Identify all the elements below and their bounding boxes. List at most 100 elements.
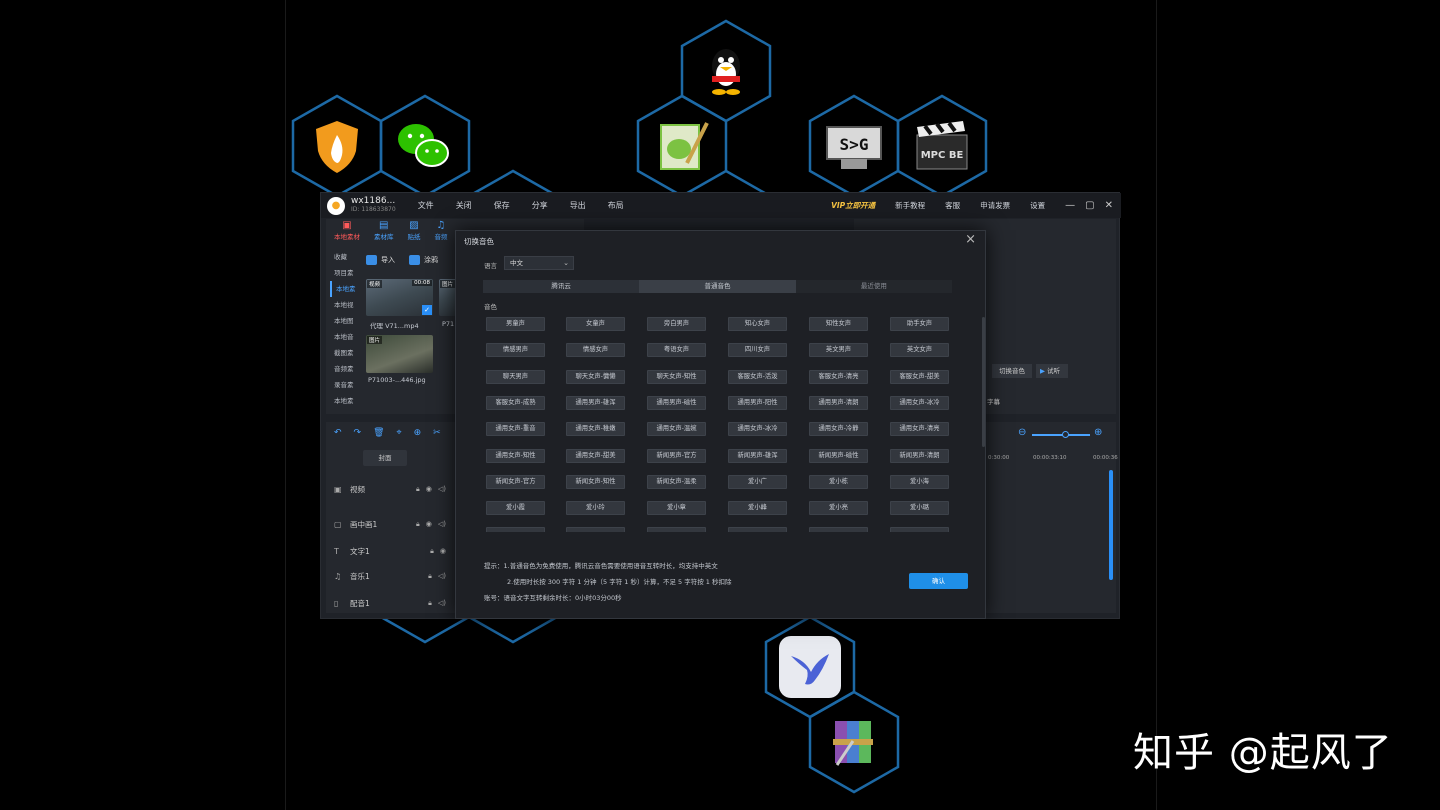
- menu-export[interactable]: 导出: [570, 200, 586, 211]
- voice-option[interactable]: 通用女声-稚嫩: [566, 422, 625, 436]
- menu-close[interactable]: 关闭: [456, 200, 472, 211]
- voice-option-partial[interactable]: [890, 527, 949, 532]
- checkbox-icon[interactable]: ✓: [422, 305, 432, 315]
- voice-option[interactable]: 聊天女声-慵懒: [566, 370, 625, 384]
- category-item[interactable]: 音频素: [330, 361, 360, 377]
- eye-icon[interactable]: ◉: [440, 547, 446, 556]
- volume-icon[interactable]: ◁): [438, 599, 446, 608]
- dialog-scrollbar[interactable]: [982, 317, 985, 447]
- voice-option[interactable]: 通用男声-雄浑: [566, 396, 625, 410]
- tab-tencent-cloud[interactable]: 腾讯云: [483, 280, 639, 293]
- voice-option[interactable]: 爱小海: [890, 475, 949, 489]
- tab-sticker[interactable]: ▨ 贴纸: [408, 221, 421, 242]
- timeline-scrollbar[interactable]: [1109, 470, 1113, 580]
- tutorial-link[interactable]: 新手教程: [895, 200, 925, 211]
- voice-option-partial[interactable]: [566, 527, 625, 532]
- category-item[interactable]: 本地音: [330, 329, 360, 345]
- category-item[interactable]: 收藏: [330, 249, 360, 265]
- voice-option[interactable]: 新闻女声-温柔: [647, 475, 706, 489]
- voice-option[interactable]: 通用女声-重音: [486, 422, 545, 436]
- category-item[interactable]: 本地素: [330, 281, 360, 297]
- voice-option[interactable]: 爱小亮: [809, 501, 868, 515]
- switch-voice-button[interactable]: 切换音色: [992, 364, 1032, 378]
- voice-option[interactable]: 聊天男声: [486, 370, 545, 384]
- lock-icon[interactable]: 🔒︎: [430, 547, 434, 556]
- volume-icon[interactable]: ◁): [438, 485, 446, 494]
- voice-option[interactable]: 通用女声-温婉: [647, 422, 706, 436]
- category-item[interactable]: 本地图: [330, 313, 360, 329]
- tab-audio[interactable]: ♫ 音频: [435, 221, 448, 242]
- user-info[interactable]: wx1186... ID: 118633870: [351, 196, 396, 213]
- volume-icon[interactable]: ◁): [438, 520, 446, 529]
- zoom-in-icon[interactable]: ⊕: [1094, 427, 1102, 438]
- redo-icon[interactable]: ↷: [354, 428, 362, 438]
- zoom-out-icon[interactable]: ⊖: [1018, 427, 1026, 438]
- tab-standard-voices[interactable]: 普通音色: [639, 280, 796, 293]
- voice-option[interactable]: 新闻男声-清朗: [890, 449, 949, 463]
- settings-link[interactable]: 设置: [1030, 200, 1045, 211]
- voice-option[interactable]: 英文女声: [890, 343, 949, 357]
- voice-option[interactable]: 新闻男声-雄浑: [728, 449, 787, 463]
- voice-option[interactable]: 知心女声: [728, 317, 787, 331]
- volume-icon[interactable]: ◁): [438, 572, 446, 581]
- voice-option[interactable]: 粤语女声: [647, 343, 706, 357]
- voice-option[interactable]: 爱小广: [728, 475, 787, 489]
- lock-icon[interactable]: 🔒︎: [428, 599, 432, 608]
- voice-option[interactable]: 通用男声-清朗: [809, 396, 868, 410]
- minimize-icon[interactable]: —: [1065, 200, 1075, 211]
- voice-option[interactable]: 爱小璐: [890, 501, 949, 515]
- slider-handle[interactable]: [1062, 431, 1069, 438]
- voice-option[interactable]: 爱小栋: [809, 475, 868, 489]
- voice-option[interactable]: 新闻女声-知性: [566, 475, 625, 489]
- voice-option-partial[interactable]: [486, 527, 545, 532]
- voice-option[interactable]: 新闻女声-官方: [486, 475, 545, 489]
- category-item[interactable]: 项目素: [330, 265, 360, 281]
- voice-option-partial[interactable]: [809, 527, 868, 532]
- import-button[interactable]: 导入: [366, 255, 395, 265]
- voice-option[interactable]: 知性女声: [809, 317, 868, 331]
- voice-option[interactable]: 聊天女声-知性: [647, 370, 706, 384]
- language-select[interactable]: 中文 ⌄: [504, 256, 574, 270]
- menu-file[interactable]: 文件: [418, 200, 434, 211]
- support-link[interactable]: 客服: [945, 200, 960, 211]
- voice-option[interactable]: 通用女声-清亮: [890, 422, 949, 436]
- tab-recent[interactable]: 最近使用: [795, 280, 952, 293]
- voice-option[interactable]: 客服女声-甜美: [890, 370, 949, 384]
- voice-option[interactable]: 新闻男声-官方: [647, 449, 706, 463]
- voice-option[interactable]: 客服女声-成熟: [486, 396, 545, 410]
- voice-option[interactable]: 新闻男声-磁性: [809, 449, 868, 463]
- cover-button[interactable]: 封面: [363, 450, 407, 466]
- voice-option[interactable]: 爱小霞: [486, 501, 545, 515]
- voice-option[interactable]: 英文男声: [809, 343, 868, 357]
- voice-option[interactable]: 情感女声: [566, 343, 625, 357]
- media-thumb-video[interactable]: 视频 00:08 ✓: [366, 279, 433, 316]
- voice-option[interactable]: 客服女声-活泼: [728, 370, 787, 384]
- menu-layout[interactable]: 布局: [608, 200, 624, 211]
- category-item[interactable]: 本地素: [330, 393, 360, 409]
- delete-icon[interactable]: 🗑: [373, 428, 384, 438]
- voice-option[interactable]: 客服女声-清亮: [809, 370, 868, 384]
- voice-option[interactable]: 通用男声-磁性: [647, 396, 706, 410]
- voice-option[interactable]: 助手女声: [890, 317, 949, 331]
- voice-option[interactable]: 男童声: [486, 317, 545, 331]
- close-icon[interactable]: ×: [965, 232, 976, 247]
- voice-option[interactable]: 通用男声-阳性: [728, 396, 787, 410]
- zoom-slider[interactable]: ⊖ ⊕: [1018, 427, 1104, 440]
- menu-save[interactable]: 保存: [494, 200, 510, 211]
- lock-icon[interactable]: 🔒︎: [416, 485, 420, 494]
- voice-option[interactable]: 通用女声-冷静: [809, 422, 868, 436]
- category-item[interactable]: 截图素: [330, 345, 360, 361]
- voice-option[interactable]: 爱小章: [647, 501, 706, 515]
- vip-link[interactable]: VIP立即开通: [831, 200, 875, 211]
- undo-icon[interactable]: ↶: [334, 428, 342, 438]
- voice-option[interactable]: 情感男声: [486, 343, 545, 357]
- voice-option[interactable]: 通用女声-冰冷: [890, 396, 949, 410]
- voice-option[interactable]: 爱小玲: [566, 501, 625, 515]
- close-window-icon[interactable]: ✕: [1105, 200, 1113, 211]
- maximize-icon[interactable]: ▢: [1085, 200, 1094, 211]
- category-item[interactable]: 录音素: [330, 377, 360, 393]
- voice-option[interactable]: 爱小峰: [728, 501, 787, 515]
- voice-option[interactable]: 旁白男声: [647, 317, 706, 331]
- voice-option[interactable]: 女童声: [566, 317, 625, 331]
- lock-icon[interactable]: 🔒︎: [428, 572, 432, 581]
